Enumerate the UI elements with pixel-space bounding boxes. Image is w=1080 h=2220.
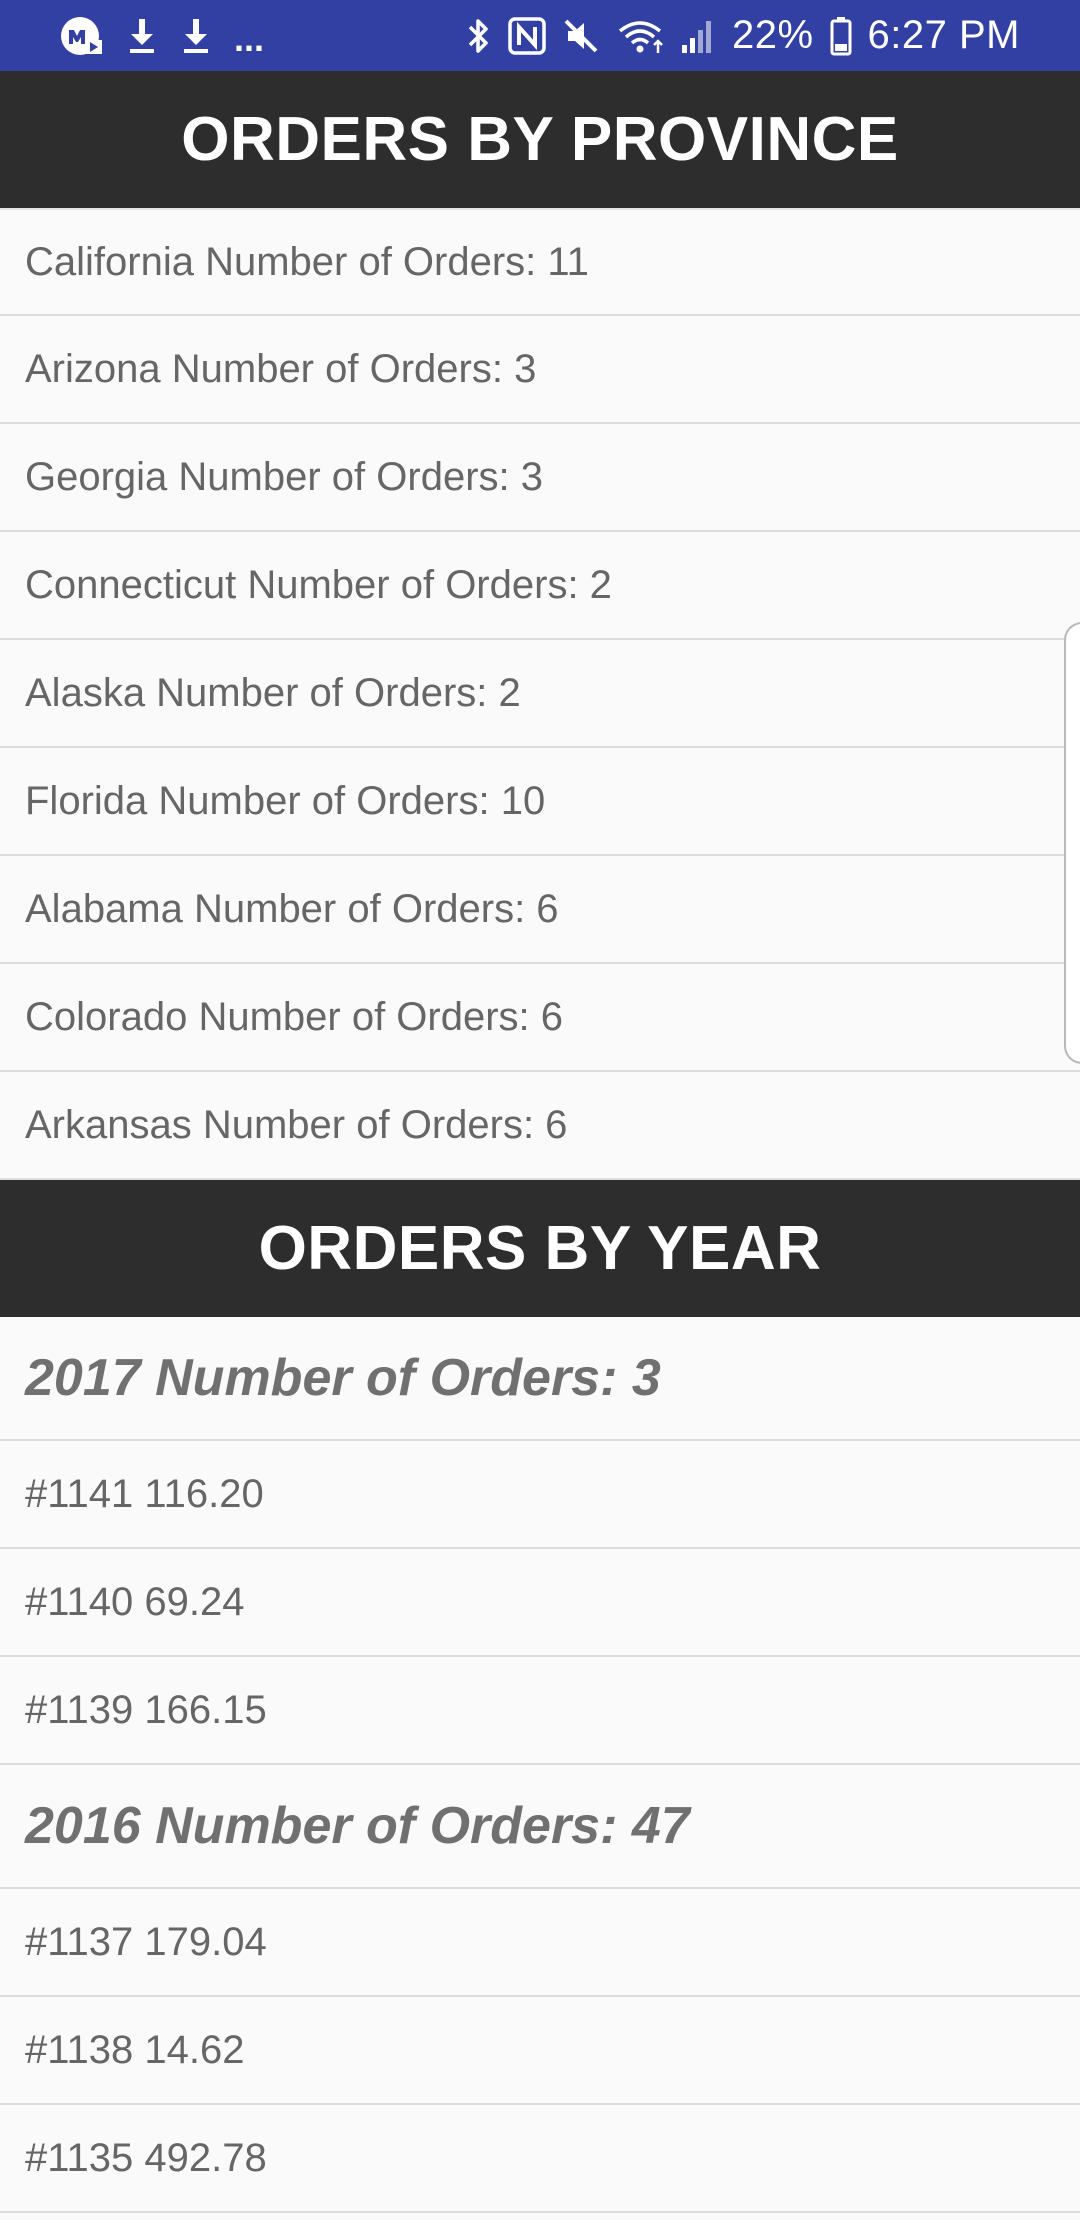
order-list-item[interactable]: #1135 492.78	[0, 2105, 1080, 2213]
bluetooth-icon	[466, 16, 492, 56]
order-list-item[interactable]: #1137 179.04	[0, 1889, 1080, 1997]
province-list-item[interactable]: Alabama Number of Orders: 6	[0, 856, 1080, 964]
province-list-item[interactable]: Arizona Number of Orders: 3	[0, 316, 1080, 424]
mute-icon	[562, 17, 600, 55]
status-bar-left: ...	[60, 12, 264, 60]
province-list-item[interactable]: Arkansas Number of Orders: 6	[0, 1072, 1080, 1180]
year-group-heading[interactable]: 2017 Number of Orders: 3	[0, 1317, 1080, 1441]
order-list-item[interactable]: #1140 69.24	[0, 1549, 1080, 1657]
order-list-item[interactable]: #1138 14.62	[0, 1997, 1080, 2105]
year-list: 2017 Number of Orders: 3 #1141 116.20 #1…	[0, 1317, 1080, 2213]
province-list-item[interactable]: Connecticut Number of Orders: 2	[0, 532, 1080, 640]
wifi-icon	[616, 17, 664, 55]
status-bar: ... 22% 6:27 PM	[0, 0, 1080, 71]
province-list-item[interactable]: Alaska Number of Orders: 2	[0, 640, 1080, 748]
province-list: California Number of Orders: 11 Arizona …	[0, 208, 1080, 1180]
province-list-item[interactable]: Florida Number of Orders: 10	[0, 748, 1080, 856]
messenger-icon	[60, 14, 104, 58]
province-section-title: ORDERS BY PROVINCE	[0, 71, 1080, 208]
main-content: ORDERS BY PROVINCE California Number of …	[0, 71, 1080, 2213]
status-bar-right: 22% 6:27 PM	[466, 13, 1020, 58]
order-list-item[interactable]: #1139 166.15	[0, 1657, 1080, 1765]
order-list-item[interactable]: #1141 116.20	[0, 1441, 1080, 1549]
edge-panel-handle[interactable]	[1064, 622, 1080, 1064]
year-section-title: ORDERS BY YEAR	[0, 1180, 1080, 1317]
battery-icon	[830, 16, 852, 56]
more-notifications-indicator: ...	[234, 17, 265, 59]
year-group-heading[interactable]: 2016 Number of Orders: 47	[0, 1765, 1080, 1889]
province-list-item[interactable]: California Number of Orders: 11	[0, 208, 1080, 316]
download-icon	[126, 16, 158, 56]
province-list-item[interactable]: Colorado Number of Orders: 6	[0, 964, 1080, 1072]
download-icon	[180, 16, 212, 56]
signal-icon	[680, 17, 716, 55]
clock: 6:27 PM	[867, 13, 1020, 57]
battery-percentage: 22%	[731, 13, 814, 57]
province-list-item[interactable]: Georgia Number of Orders: 3	[0, 424, 1080, 532]
nfc-icon	[508, 16, 546, 55]
